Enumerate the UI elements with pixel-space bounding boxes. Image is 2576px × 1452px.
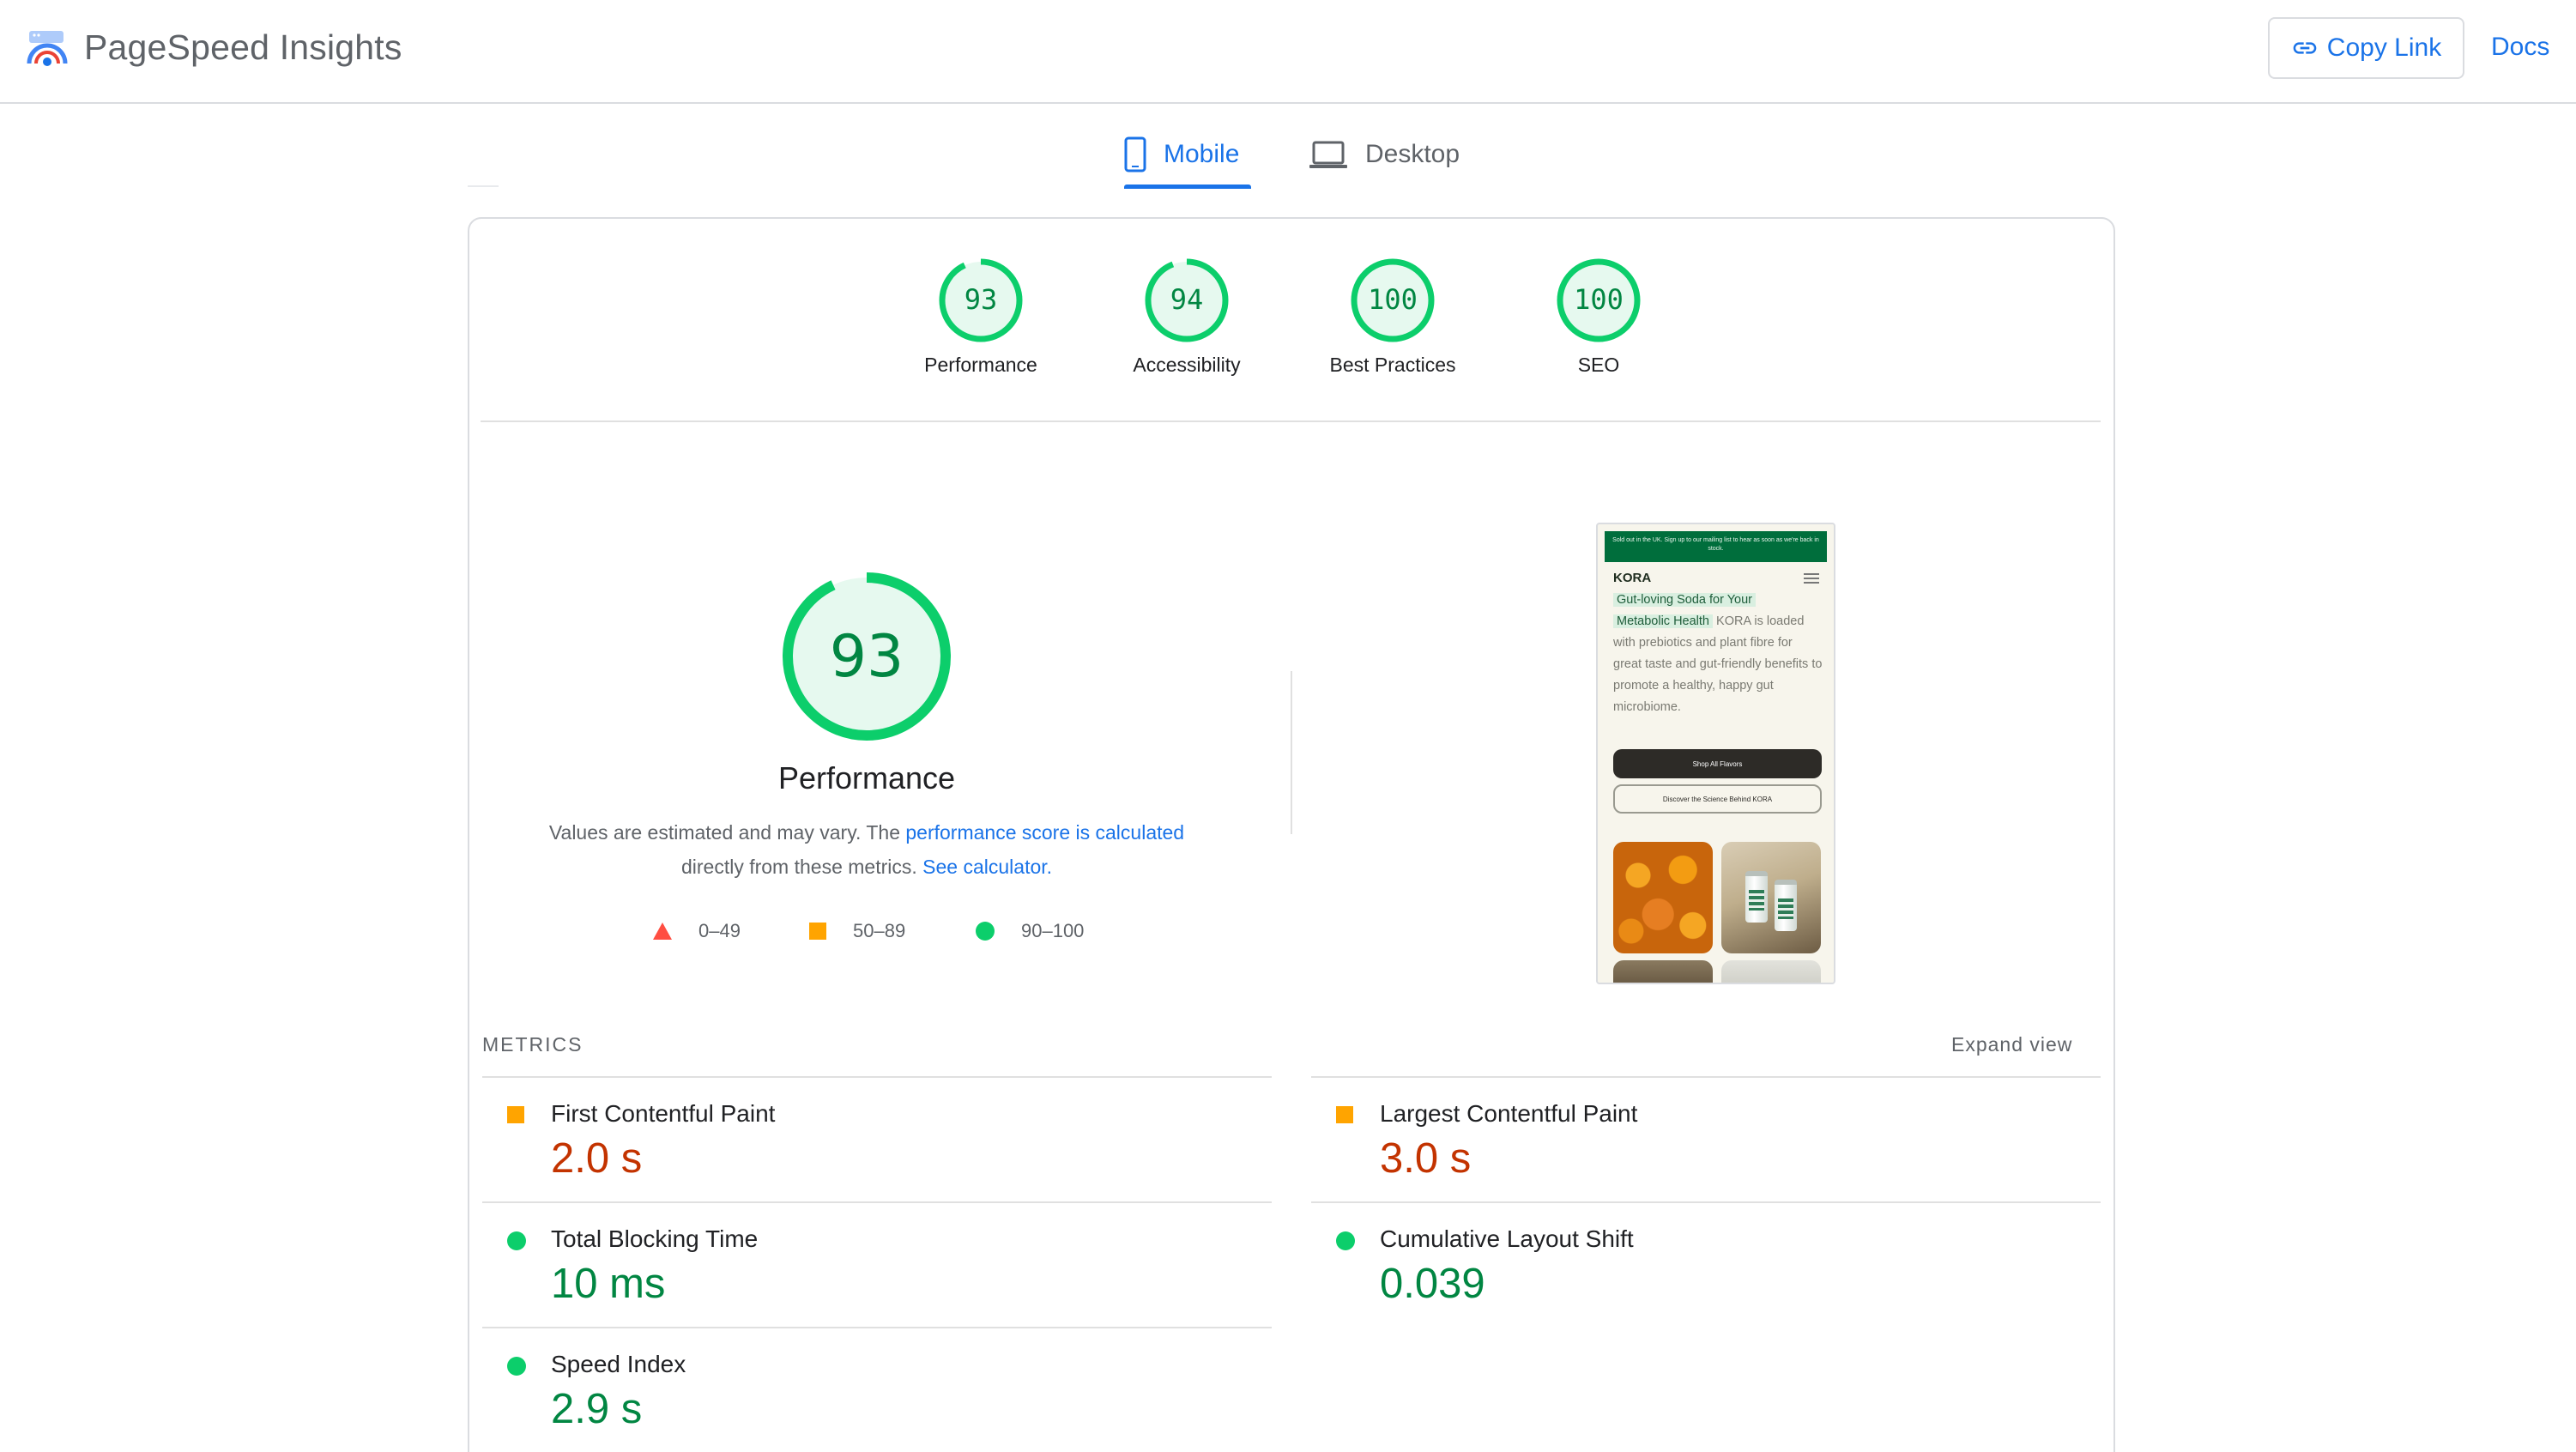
gauge-label: Best Practices <box>1329 354 1456 376</box>
metric-cumulative-layout-shift: Cumulative Layout Shift 0.039 <box>1311 1201 2101 1327</box>
legend-fail: 0–49 <box>652 916 741 947</box>
metric-value: 3.0 s <box>1380 1135 1472 1182</box>
metric-value: 2.9 s <box>551 1386 643 1432</box>
description-text: Values are estimated and may vary. The <box>548 821 906 844</box>
see-calculator-link[interactable]: See calculator. <box>922 856 1052 878</box>
description-text: directly from these metrics. <box>680 856 923 878</box>
triangle-icon <box>653 923 672 940</box>
performance-summary: 93 Performance Values are estimated and … <box>481 558 1253 961</box>
tab-mobile-label: Mobile <box>1164 140 1240 168</box>
metric-name: Total Blocking Time <box>551 1225 759 1252</box>
screenshot-shop-button: Shop All Flavors <box>1613 749 1822 778</box>
top-app-bar: PageSpeed Insights Copy Link Docs <box>0 0 2576 104</box>
metric-value: 0.039 <box>1380 1261 1485 1307</box>
metric-value: 10 ms <box>551 1261 666 1307</box>
square-icon <box>1336 1106 1353 1123</box>
metric-speed-index: Speed Index 2.9 s <box>482 1327 1272 1452</box>
expand-view-button[interactable]: Expand view <box>1951 1033 2072 1056</box>
metric-name: Largest Contentful Paint <box>1380 1100 1638 1127</box>
metric-value: 2.0 s <box>551 1135 643 1182</box>
can-image <box>1775 880 1797 931</box>
metric-largest-contentful-paint: Largest Contentful Paint 3.0 s <box>1311 1076 2101 1201</box>
legend-average: 50–89 <box>808 916 905 947</box>
divider <box>481 420 2101 422</box>
phone-icon <box>1124 136 1146 172</box>
cans-image <box>1721 842 1821 953</box>
oranges-image <box>1613 842 1713 953</box>
docs-link[interactable]: Docs <box>2491 33 2549 62</box>
gauge-best-practices[interactable]: 100 Best Practices <box>1290 257 1496 395</box>
score-gauge: 100 <box>1351 258 1435 342</box>
square-icon <box>809 923 826 940</box>
tab-mobile[interactable]: Mobile <box>1124 120 1251 189</box>
gauge-score: 100 <box>1574 283 1624 316</box>
gauge-label: SEO <box>1577 354 1620 376</box>
circle-icon <box>976 922 995 941</box>
metric-first-contentful-paint: First Contentful Paint 2.0 s <box>482 1076 1272 1201</box>
score-gauge: 94 <box>1145 258 1229 342</box>
screenshot-banner: Sold out in the UK. Sign up to our maili… <box>1605 531 1827 562</box>
gauge-seo[interactable]: 100 SEO <box>1496 257 1702 395</box>
divider <box>468 185 499 187</box>
gauge-score: 100 <box>1368 283 1418 316</box>
screenshot-logo: KORA <box>1613 571 1652 585</box>
device-tabs: Mobile Desktop <box>0 120 2576 189</box>
gauge-accessibility[interactable]: 94 Accessibility <box>1084 257 1290 395</box>
circle-icon <box>507 1357 526 1376</box>
hero-highlight: Metabolic Health <box>1613 614 1713 628</box>
tab-desktop[interactable]: Desktop <box>1309 120 1463 189</box>
score-gauge: 93 <box>939 258 1023 342</box>
screenshot-hero-text: Gut-loving Soda for Your Metabolic Health… <box>1613 590 1823 718</box>
performance-score: 93 <box>830 623 904 691</box>
metric-name: Speed Index <box>551 1351 686 1377</box>
copy-link-label: Copy Link <box>2326 33 2442 62</box>
product-image <box>1721 960 1821 983</box>
copy-link-button[interactable]: Copy Link <box>2268 17 2464 79</box>
performance-description: Values are estimated and may vary. The p… <box>532 815 1201 884</box>
tab-selected-indicator <box>1124 185 1251 189</box>
gauge-label: Performance <box>924 354 1037 376</box>
laptop-icon <box>1309 141 1347 168</box>
brand[interactable]: PageSpeed Insights <box>26 24 402 70</box>
performance-title: Performance <box>777 760 956 796</box>
score-gauge: 100 <box>1557 258 1641 342</box>
gauge-score: 93 <box>964 283 998 316</box>
final-screenshot[interactable]: Sold out in the UK. Sign up to our maili… <box>1596 523 1835 984</box>
hamburger-menu-icon <box>1804 573 1819 584</box>
legend-range: 90–100 <box>1021 920 1085 941</box>
tab-desktop-label: Desktop <box>1365 140 1460 168</box>
app-title: PageSpeed Insights <box>84 27 402 67</box>
legend-range: 50–89 <box>853 920 906 941</box>
gauge-performance[interactable]: 93 Performance <box>878 257 1084 395</box>
score-calculated-link[interactable]: performance score is calculated <box>905 821 1184 844</box>
legend-range: 0–49 <box>698 920 741 941</box>
legend-pass: 90–100 <box>975 916 1084 947</box>
category-gauges: 93 Performance 94 Accessibility 100 Best… <box>468 257 2115 395</box>
score-legend: 0–49 50–89 90–100 <box>652 916 1133 947</box>
circle-icon <box>1336 1231 1355 1250</box>
pagespeed-logo-icon <box>27 31 68 66</box>
gauge-label: Accessibility <box>1133 354 1241 376</box>
divider <box>1291 671 1292 834</box>
hero-body: KORA is loaded with prebiotics and plant… <box>1613 614 1823 714</box>
metric-name: Cumulative Layout Shift <box>1380 1225 1634 1252</box>
performance-gauge: 93 <box>783 572 951 741</box>
screenshot-science-button: Discover the Science Behind KORA <box>1613 784 1822 814</box>
circle-icon <box>507 1231 526 1250</box>
metrics-heading: METRICS <box>482 1033 584 1056</box>
square-icon <box>507 1106 524 1123</box>
metric-name: First Contentful Paint <box>551 1100 776 1127</box>
metric-total-blocking-time: Total Blocking Time 10 ms <box>482 1201 1272 1327</box>
hero-highlight: Gut-loving Soda for Your <box>1613 593 1756 607</box>
product-image <box>1613 960 1713 983</box>
link-icon <box>2293 42 2317 54</box>
can-image <box>1745 871 1768 923</box>
gauge-score: 94 <box>1170 283 1204 316</box>
